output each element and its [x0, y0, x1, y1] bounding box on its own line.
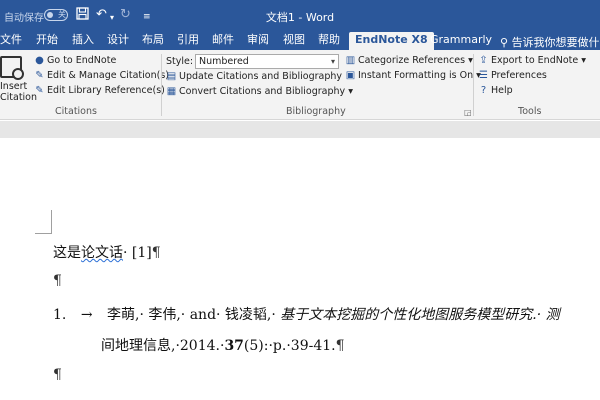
dialog-launcher-icon[interactable]: ◲	[464, 108, 472, 117]
bibliography-group-label: Bibliography	[286, 106, 346, 117]
ribbon-bottom-band	[0, 121, 600, 138]
document-page[interactable]	[0, 138, 600, 400]
pilcrow-mark: ¶	[151, 245, 161, 261]
go-to-endnote-button[interactable]: ● Go to EndNote	[34, 54, 116, 68]
ref-number: 1.	[53, 307, 67, 323]
text-run: 这是	[53, 245, 81, 261]
categorize-references-button[interactable]: ▥ Categorize References ▾	[345, 54, 473, 68]
style-value: Numbered	[199, 56, 249, 67]
update-label: Update Citations and Bibliography	[179, 71, 343, 82]
doc-empty-paragraph[interactable]: ¶	[53, 273, 62, 289]
ref-title: 基于文本挖掘的个性化地图服务模型研究.· 测	[280, 307, 560, 323]
update-citations-button[interactable]: ▤ Update Citations and Bibliography	[166, 70, 342, 84]
export-icon: ⇪	[479, 55, 488, 66]
chevron-down-icon: ▾	[345, 86, 353, 97]
export-to-endnote-button[interactable]: ⇪ Export to EndNote ▾	[478, 54, 586, 68]
bibliography-entry-line-1[interactable]: 1. → 李萌,· 李伟,· and· 钱凌韬,· 基于文本挖掘的个性化地图服务…	[53, 304, 560, 324]
citation-marker: · [1]	[123, 245, 152, 261]
insert-citation-icon	[0, 56, 24, 80]
doc-paragraph-1[interactable]: 这是论文话· [1]¶	[53, 242, 161, 262]
style-label: Style:	[166, 56, 194, 67]
help-button[interactable]: ? Help	[478, 84, 513, 98]
title-bar: 自动保存 关 ↶ ▾ ↻ ≡ 文档1 - Word	[0, 0, 600, 32]
ribbon-tabs: 文件 开始 插入 设计 布局 引用 邮件 审阅 视图 帮助 EndNote X8…	[0, 32, 600, 50]
endnote-ribbon: Insert Citation ● Go to EndNote ✎ Edit & M…	[0, 50, 600, 120]
insert-label: Insert	[0, 81, 28, 92]
instant-label: Instant Formatting is On	[358, 70, 474, 81]
margin-corner-mark	[51, 210, 52, 234]
tell-me-text: 告诉我你想要做什么	[511, 36, 600, 49]
citations-group-label: Citations	[55, 106, 97, 117]
help-label: Help	[491, 85, 513, 96]
citation-label: Citation	[0, 92, 38, 103]
tab-endnote[interactable]: EndNote X8	[349, 32, 434, 50]
instant-formatting-icon: ▣	[345, 70, 356, 81]
pilcrow-mark: ¶	[53, 273, 62, 289]
tell-me-search[interactable]: ⚲ 告诉我你想要做什么	[500, 34, 600, 50]
instant-formatting-button[interactable]: ▣ Instant Formatting is On ▾	[345, 69, 481, 83]
tools-group-label: Tools	[518, 106, 542, 117]
tab-references[interactable]: 引用	[177, 32, 199, 50]
tab-help[interactable]: 帮助	[318, 32, 340, 50]
help-icon: ?	[480, 85, 487, 96]
edit-library-icon: ✎	[35, 85, 44, 96]
tab-layout[interactable]: 布局	[142, 32, 164, 50]
update-icon: ▤	[166, 71, 177, 82]
tab-home[interactable]: 开始	[36, 32, 58, 50]
edit-citation-icon: ✎	[35, 70, 44, 81]
style-dropdown[interactable]: Numbered ▾	[195, 54, 339, 69]
bibliography-entry-line-2[interactable]: 间地理信息,·2014.·37(5):·p.·39-41.¶	[101, 335, 345, 355]
pilcrow-mark: ¶	[53, 367, 62, 383]
tab-grammarly[interactable]: Grammarly	[430, 32, 492, 50]
tab-design[interactable]: 设计	[107, 32, 129, 50]
doc-empty-paragraph[interactable]: ¶	[53, 367, 62, 383]
preferences-button[interactable]: ☰ Preferences	[478, 69, 547, 83]
convert-label: Convert Citations and Bibliography	[179, 86, 346, 97]
document-title: 文档1 - Word	[265, 11, 335, 24]
group-divider	[473, 54, 474, 116]
tab-arrow-mark: →	[80, 307, 93, 323]
categorize-label: Categorize References	[358, 55, 466, 66]
chevron-down-icon: ▾	[330, 57, 335, 66]
tab-review[interactable]: 审阅	[247, 32, 269, 50]
edit-manage-citations-button[interactable]: ✎ Edit & Manage Citation(s)	[34, 69, 169, 83]
edit-library-label: Edit Library Reference(s)	[47, 85, 165, 96]
pilcrow-mark: ¶	[335, 338, 345, 354]
lightbulb-icon: ⚲	[500, 36, 509, 49]
chevron-down-icon: ▾	[578, 55, 587, 66]
edit-manage-label: Edit & Manage Citation(s)	[47, 70, 169, 81]
tab-view[interactable]: 视图	[283, 32, 305, 50]
convert-icon: ▦	[166, 86, 177, 97]
chevron-down-icon: ▾	[465, 55, 473, 66]
ref-volume: 37	[224, 338, 244, 354]
spelling-error-word[interactable]: 论文话	[81, 245, 123, 261]
tab-mailings[interactable]: 邮件	[212, 32, 234, 50]
ref-pages: (5):·p.·39-41.	[243, 338, 336, 354]
convert-citations-button[interactable]: ▦ Convert Citations and Bibliography ▾	[166, 85, 353, 99]
ref-authors: 李萌,· 李伟,· and· 钱凌韬,·	[107, 307, 281, 323]
export-label: Export to EndNote	[491, 55, 579, 66]
endnote-logo-icon: ●	[35, 55, 44, 66]
go-to-endnote-label: Go to EndNote	[47, 55, 117, 66]
preferences-label: Preferences	[491, 70, 547, 81]
categorize-icon: ▥	[345, 55, 356, 66]
margin-corner-mark	[35, 233, 51, 234]
tab-file[interactable]: 文件	[0, 32, 22, 50]
insert-citation-button[interactable]: Insert Citation	[0, 54, 37, 103]
preferences-icon: ☰	[479, 70, 488, 81]
edit-library-reference-button[interactable]: ✎ Edit Library Reference(s)	[34, 84, 165, 98]
ref-source: 间地理信息,·2014.·	[101, 338, 225, 354]
tab-insert[interactable]: 插入	[72, 32, 94, 50]
group-divider	[161, 54, 162, 116]
